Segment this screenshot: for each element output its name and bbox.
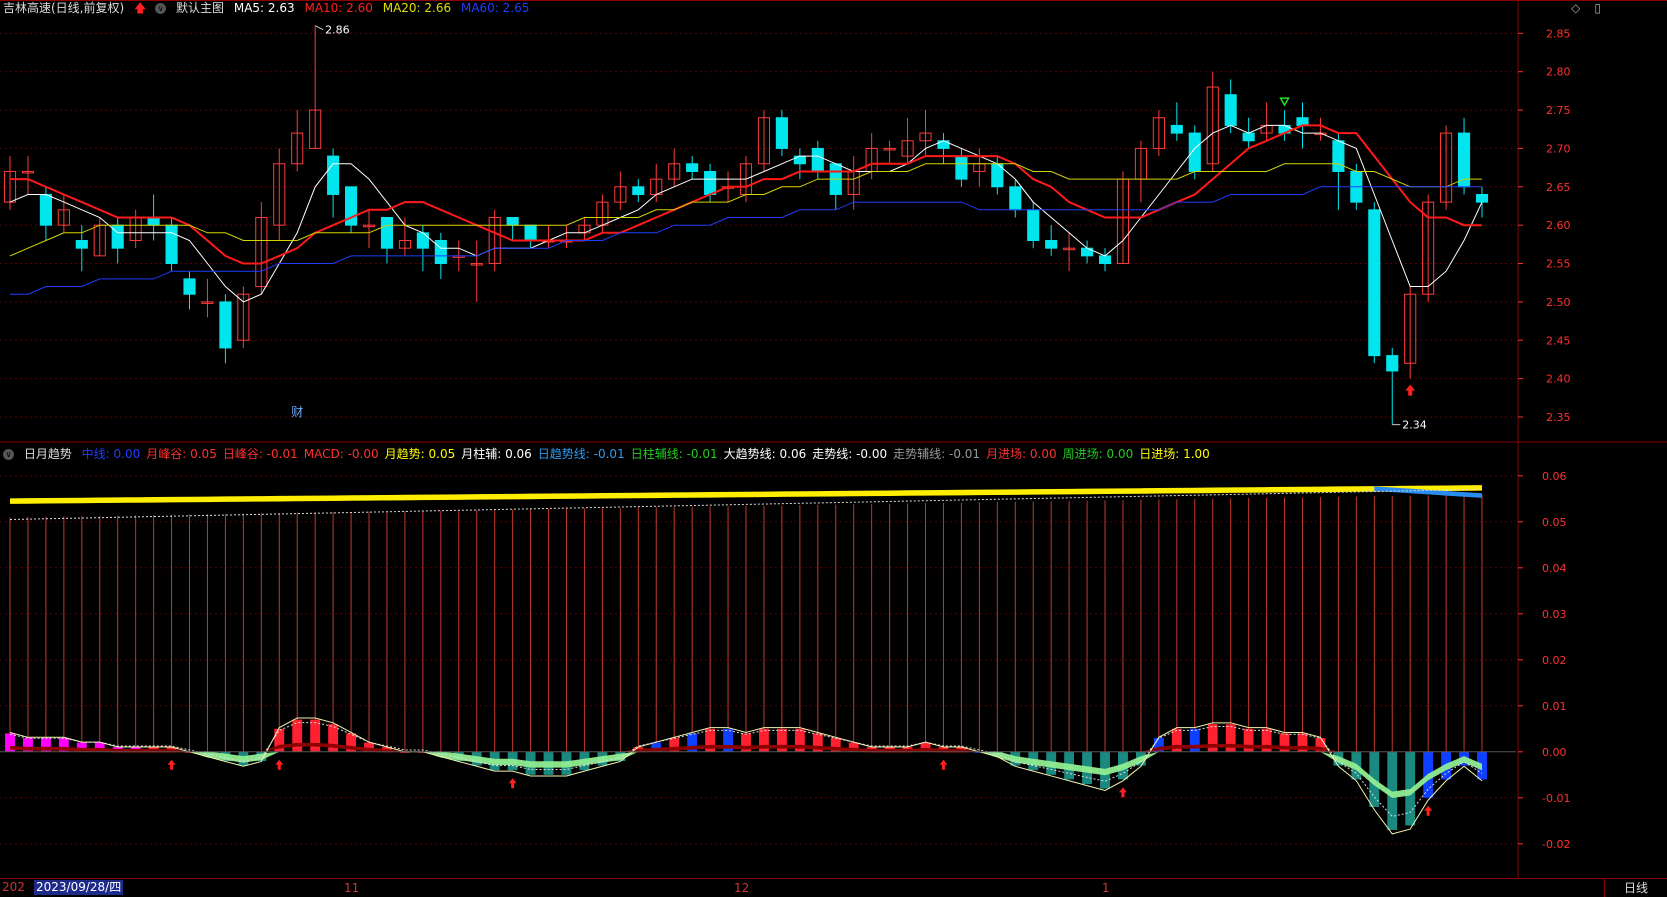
month-label-1: 1 [1102, 881, 1110, 895]
candle-down [1188, 132, 1201, 172]
finance-marker: 财 [291, 405, 303, 419]
ma-line-ma60 [10, 186, 1482, 295]
year-fragment: 202 [2, 880, 25, 894]
candle-down [219, 301, 232, 349]
macd-histogram-bar [310, 719, 321, 752]
candle-down [327, 155, 340, 195]
price-tick-label: 2.80 [1546, 66, 1571, 79]
price-tick-label: 2.35 [1546, 411, 1571, 424]
candle-down [1475, 193, 1489, 203]
cursor-date-label: 2023/09/28/四 [34, 880, 124, 895]
candle-down [1027, 209, 1040, 242]
candle-down [632, 186, 645, 195]
indicator-tick-label: 0.01 [1542, 700, 1567, 713]
candle-down [39, 193, 52, 226]
month-label-12: 12 [734, 881, 750, 895]
candle-down [506, 216, 519, 226]
candle-down [775, 117, 788, 149]
candle-down [1296, 117, 1309, 126]
candle-down [1009, 186, 1022, 211]
candle-down [111, 224, 124, 249]
entry-arrow-icon [167, 759, 176, 770]
day-trend-band [10, 751, 1482, 799]
month-label-11: 11 [344, 881, 360, 895]
indicator-tick-label: -0.02 [1542, 838, 1570, 851]
indicator-tick-label: 0.06 [1542, 470, 1567, 483]
price-tick-label: 2.60 [1546, 219, 1571, 232]
time-axis-bar: 202 2023/09/28/四 11 12 1 日线 [0, 878, 1667, 897]
candle-down [811, 147, 824, 172]
indicator-tick-label: 0.00 [1542, 746, 1567, 759]
candle-down [1386, 355, 1399, 372]
ma-line-ma5 [9, 124, 1483, 303]
price-tick-label: 2.85 [1546, 27, 1571, 40]
buy-arrow-icon [1405, 384, 1416, 396]
price-tick-label: 2.40 [1546, 373, 1571, 386]
month-trend-band [10, 485, 1482, 504]
high-pointer [314, 25, 324, 31]
entry-arrow-icon [508, 778, 517, 789]
indicator-tick-label: -0.01 [1542, 792, 1570, 805]
price-tick-label: 2.65 [1546, 181, 1571, 194]
entry-arrow-icon [275, 759, 284, 770]
price-tick-label: 2.70 [1546, 142, 1571, 155]
candle-down [1368, 209, 1381, 357]
candle-down [1332, 140, 1345, 172]
indicator-tick-label: 0.05 [1542, 516, 1567, 529]
high-label: 2.86 [325, 24, 350, 37]
chart-canvas[interactable]: 2.35 2.40 2.45 2.50 2.55 2.60 2.65 2.70 2.75 2.80… [0, 0, 1667, 896]
candle-down [1098, 255, 1112, 265]
candle-down [1242, 132, 1255, 142]
sell-arrow-icon [1279, 97, 1290, 107]
candle-down [1170, 124, 1183, 134]
candle-down [1045, 240, 1058, 249]
price-tick-label: 2.75 [1546, 104, 1571, 117]
period-button[interactable]: 日线 [1604, 879, 1667, 897]
macd-histogram-bar [292, 719, 303, 752]
entry-arrow-icon [1424, 805, 1433, 816]
candle-down [147, 216, 160, 226]
indicator-tick-label: 0.03 [1542, 608, 1567, 621]
price-tick-label: 2.45 [1546, 334, 1571, 347]
price-tick-label: 2.50 [1546, 296, 1571, 309]
candle-down [416, 232, 429, 249]
entry-arrow-icon [939, 759, 948, 770]
candle-down [380, 216, 394, 249]
candle-down [1224, 94, 1237, 126]
entry-arrow-icon [1118, 787, 1127, 798]
candle-down [165, 224, 178, 265]
price-tick-label: 2.55 [1546, 258, 1571, 271]
candle-down [183, 278, 196, 295]
candle-down [686, 163, 699, 172]
indicator-tick-label: 0.04 [1542, 562, 1567, 575]
candle-down [524, 224, 537, 242]
candle-down [434, 240, 447, 265]
candle-down [704, 170, 717, 195]
candle-down [955, 155, 968, 180]
low-label: 2.34 [1402, 419, 1427, 432]
indicator-tick-label: 0.02 [1542, 654, 1567, 667]
candle-down [75, 240, 88, 249]
